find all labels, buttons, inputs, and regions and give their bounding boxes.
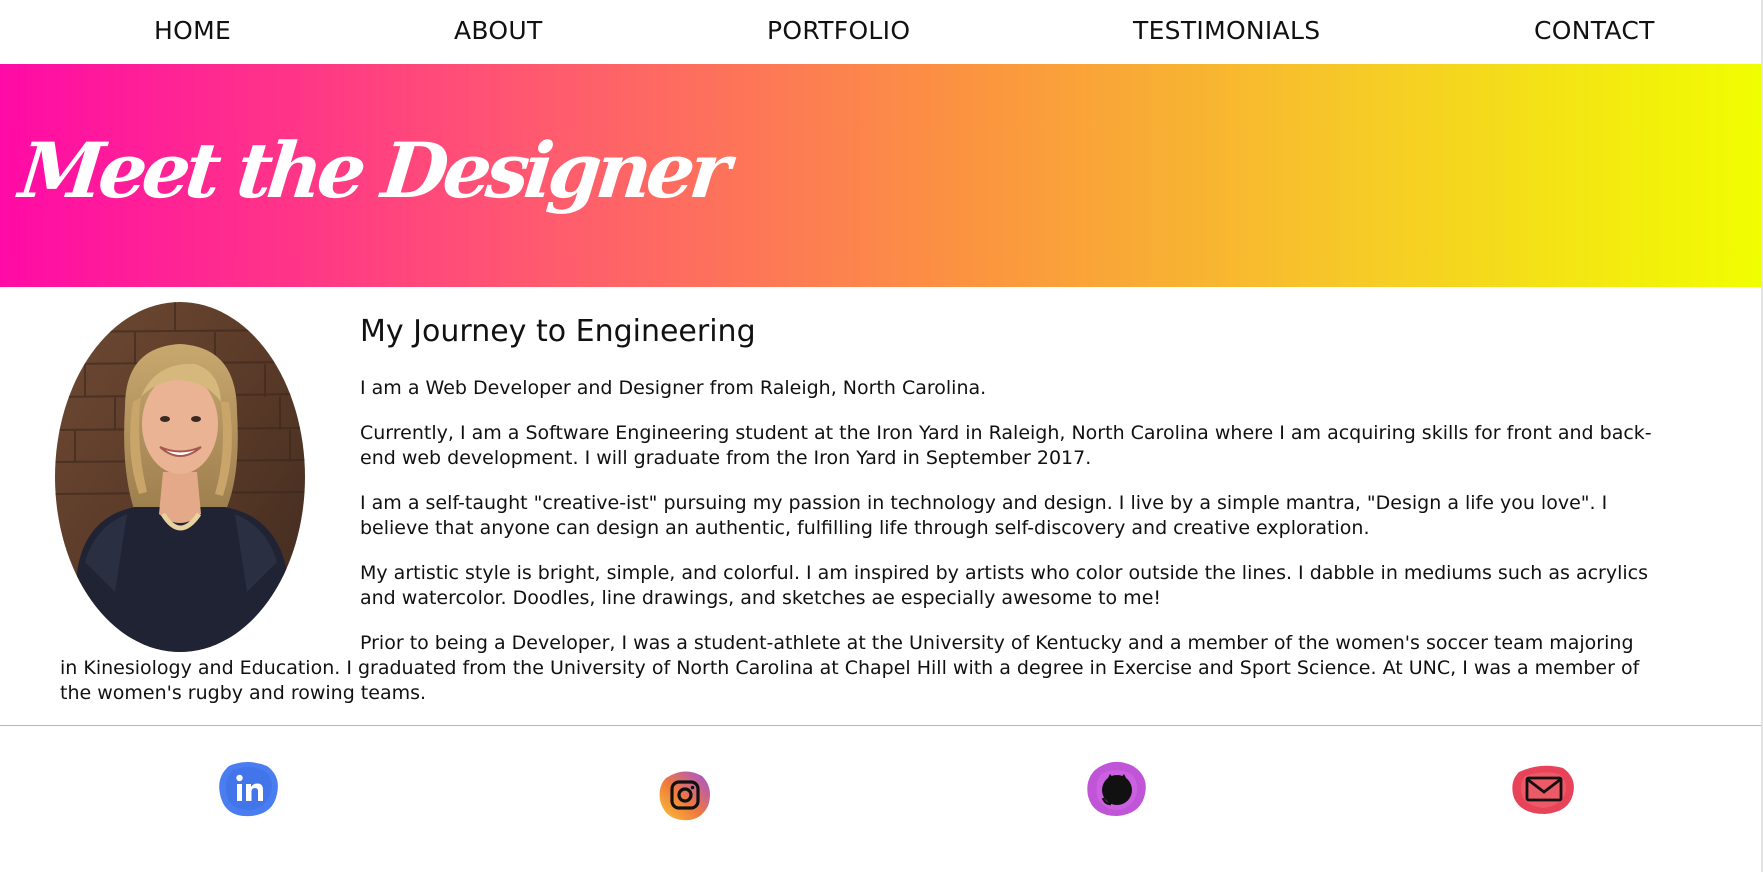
about-paragraph: I am a self-taught "creative-ist" pursui…: [360, 492, 1608, 539]
portrait-photo: [55, 302, 305, 652]
nav-testimonials-link[interactable]: TESTIMONIALS: [1133, 16, 1320, 45]
section-heading: My Journey to Engineering: [360, 314, 756, 349]
hero-banner: Meet the Designer: [0, 64, 1763, 287]
about-paragraph: My artistic style is bright, simple, and…: [360, 562, 1649, 609]
footer-divider: [0, 725, 1763, 726]
nav-contact-link[interactable]: CONTACT: [1534, 16, 1655, 45]
banner-title: Meet the Designer: [15, 126, 730, 215]
about-paragraph: Currently, I am a Software Engineering s…: [360, 422, 1652, 469]
nav-portfolio-link[interactable]: PORTFOLIO: [767, 16, 910, 45]
instagram-icon[interactable]: [658, 768, 712, 826]
top-nav: HOME ABOUT PORTFOLIO TESTIMONIALS CONTAC…: [0, 0, 1763, 64]
linkedin-icon[interactable]: [217, 760, 281, 822]
nav-home-link[interactable]: HOME: [154, 16, 231, 45]
designer-portrait: [55, 302, 305, 652]
mail-icon[interactable]: [1511, 762, 1577, 820]
about-paragraph: Prior to being a Developer, I was a stud…: [60, 632, 1640, 704]
nav-about-link[interactable]: ABOUT: [454, 16, 543, 45]
github-icon[interactable]: [1085, 760, 1149, 822]
about-paragraph: I am a Web Developer and Designer from R…: [360, 377, 987, 399]
